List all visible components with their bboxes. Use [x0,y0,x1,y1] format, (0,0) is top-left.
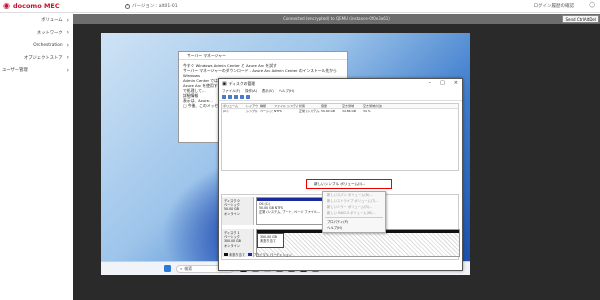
sidebar-item-volume[interactable]: ボリューム › [0,14,73,27]
window-title: ディスクの管理 [228,80,256,86]
menu-action[interactable]: 操作(A) [245,88,257,94]
version-label: バージョン : alt01-01 [132,4,178,9]
disk-0-label[interactable]: ディスク 0 ベーシック 50.00 GB オンライン [222,197,254,225]
back-icon[interactable] [222,95,226,99]
legend-unallocated: 未割り当て [224,252,245,257]
toolbar [219,94,462,101]
sidebar-item-object-store[interactable]: オブジェクトストア › [0,52,73,65]
brand-logo[interactable]: ◉ docomo MEC [3,1,113,11]
properties-icon[interactable] [240,95,244,99]
legend-swatch [247,253,252,256]
col-capacity[interactable]: 容量 [320,104,341,108]
chevron-right-icon: › [66,66,69,74]
chevron-right-icon: › [66,29,69,37]
unallocated-label: 未割り当て [260,239,276,244]
login-history-link[interactable]: ログイン履歴の確認 [534,3,575,9]
start-icon[interactable] [163,265,171,272]
sidebar-item-label: ユーザー管理 [2,68,28,74]
chevron-right-icon: › [66,41,69,49]
menu-help[interactable]: ヘルプ(H) [279,88,294,94]
maximize-icon[interactable]: □ [440,80,445,86]
chevron-right-icon: › [66,16,69,24]
search-icon: ⌕ [180,266,183,271]
new-simple-volume-menu-item[interactable]: 新しいシンプル ボリューム(I)... [306,179,392,189]
account-menu[interactable]: ◯ [589,2,595,8]
disk-management-window[interactable]: ▣ ディスクの管理 – □ × ファイル(F) 操作(A) 表示(V) ヘルプ(… [218,78,463,271]
send-ctrl-alt-del-button[interactable]: Send CtrlAltDel [562,15,599,23]
version-info: i バージョン : alt01-01 [125,3,178,9]
user-icon: ◯ [589,2,595,8]
menu-item-help[interactable]: ヘルプ(H) [323,225,385,231]
sidebar-item-network[interactable]: ネットワーク › [0,27,73,40]
col-free-pct[interactable]: 空き領域の割合 [362,104,382,108]
view-icon[interactable] [234,95,238,99]
info-icon: i [125,3,130,9]
menu-separator [325,217,383,218]
window-title: サーバー マネージャー [179,52,347,60]
col-status[interactable]: 状態 [298,104,320,108]
partition-status: 正常 (システム, ブート, ページ ファイル… [259,210,321,215]
sidebar: ボリューム › ネットワーク › Orchestration › オブジェクトス… [0,14,73,300]
cell-free-pct: 34 % [363,109,371,113]
legend-swatch [224,253,228,256]
cell-free: 34.86 GB [342,109,356,113]
legend-label: プライマリ パーティション [252,253,293,257]
col-type[interactable]: 種類 [259,104,273,108]
sidebar-item-label: ネットワーク [36,30,63,36]
menu-view[interactable]: 表示(V) [262,88,274,94]
cell-type: ベーシック [260,109,273,113]
table-row[interactable]: (C:) シンプル ベーシック NTFS 正常 (システム, ブート… 50.0… [222,109,458,114]
menu-file[interactable]: ファイル(F) [222,88,240,94]
minimize-icon[interactable]: – [429,80,432,86]
sidebar-item-label: ボリューム [41,18,63,24]
legend-label: 未割り当て [229,253,245,257]
partition-c[interactable]: OS (C:) 50.00 GB NTFS 正常 (システム, ブート, ページ… [256,197,324,225]
window-titlebar: ▣ ディスクの管理 – □ × [219,79,462,88]
cell-volume: (C:) [223,109,229,113]
legend-primary: プライマリ パーティション [247,252,293,257]
disk-state: オンライン [224,211,240,216]
chevron-right-icon: › [66,54,69,62]
menu-item-new-raid5[interactable]: 新しい RAID-5 ボリューム(W)... [323,210,385,216]
disk-graphical-view: ディスク 0 ベーシック 50.00 GB オンライン OS (C:) 50.0… [221,191,460,260]
sidebar-item-label: Orchestration [33,42,63,48]
search-placeholder: 検索 [184,265,193,271]
context-menu: 新しいスパン ボリューム(N)... 新しいストライプ ボリューム(T)... … [322,191,386,233]
cell-layout: シンプル [246,109,258,113]
window-controls: – □ × [429,80,458,86]
sidebar-item-orchestration[interactable]: Orchestration › [0,39,73,52]
cell-status: 正常 (システム, ブート… [299,109,320,113]
help-icon[interactable] [246,95,250,99]
connection-status: Connected (encrypted) to QEMU (instance-… [283,16,390,21]
login-history-label: ログイン履歴の確認 [533,4,575,9]
docomo-logo-icon: ◉ [3,1,10,10]
col-fs[interactable]: ファイル システム [273,104,298,108]
console-status-bar: Connected (encrypted) to QEMU (instance-… [73,14,600,24]
top-bar: ◉ docomo MEC i バージョン : alt01-01 ログイン履歴の確… [0,0,600,13]
unallocated-highlight[interactable]: 300.00 GB 未割り当て [257,233,284,248]
close-icon[interactable]: × [454,80,458,86]
col-volume[interactable]: ボリューム [222,104,245,108]
text: サーバー マネージャーのダウンロード - Azure Arc Admin Cen… [183,68,337,78]
brand-name: docomo MEC [13,2,60,10]
primary-partition-bar [257,198,323,201]
volume-table: ボリューム レイアウト 種類 ファイル システム 状態 容量 空き領域 空き領域… [221,103,459,171]
forward-icon[interactable] [228,95,232,99]
cell-fs: NTFS [274,109,282,113]
cell-capacity: 50.00 GB [321,109,335,113]
sidebar-item-user-management[interactable]: ユーザー管理 › [0,64,73,77]
disk-state: オンライン [224,243,240,248]
col-free[interactable]: 空き領域 [341,104,362,108]
disk-icon: ▣ [222,80,227,87]
sidebar-item-label: オブジェクトストア [23,55,63,61]
legend: 未割り当て プライマリ パーティション [224,252,292,257]
col-layout[interactable]: レイアウト [245,104,259,108]
